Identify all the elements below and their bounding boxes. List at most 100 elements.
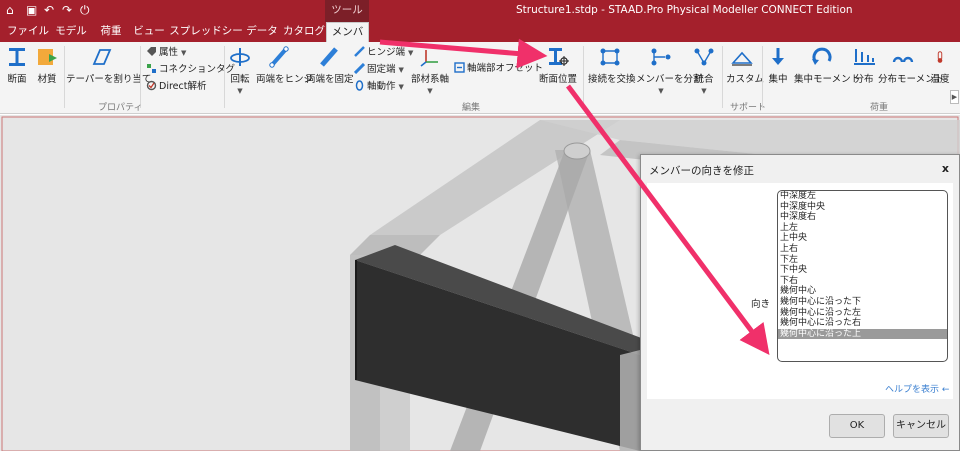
- section-position-icon: [549, 48, 569, 66]
- section-button[interactable]: 断面: [4, 46, 30, 85]
- separator: [140, 46, 141, 108]
- end-hinge-icon: [269, 46, 289, 68]
- connection-tag-button[interactable]: コネクションタグ: [146, 63, 235, 77]
- title-bar: ⌂ ▣ ↶ ↷ ⏻ ツール Structure1.stdp - STAAD.Pr…: [0, 0, 960, 22]
- orientation-option[interactable]: 中深度右: [778, 212, 947, 223]
- split-member-icon: [651, 48, 671, 66]
- taper-icon: [92, 49, 112, 65]
- distributed-moment-button[interactable]: 分布モーメント: [878, 46, 944, 85]
- hinge-end-icon: [354, 46, 365, 57]
- context-tab-tool: ツール: [325, 0, 369, 22]
- ribbon-scroll-button[interactable]: ▶: [950, 90, 959, 104]
- save-icon[interactable]: ▣: [26, 3, 37, 17]
- rotate-icon: [230, 48, 250, 66]
- fixed-end-button[interactable]: 固定端 ▼: [354, 63, 404, 77]
- merge-icon: [694, 48, 714, 66]
- orientation-option[interactable]: 下中央: [778, 265, 947, 276]
- concentrated-moment-icon: [812, 47, 832, 65]
- fixed-end-icon: [354, 63, 365, 74]
- dialog-title-bar: メンバーの向きを修正 x: [641, 155, 959, 183]
- orientation-option[interactable]: 上中央: [778, 233, 947, 244]
- swap-connection-button[interactable]: 接続を交換: [588, 46, 636, 85]
- material-button[interactable]: 材質: [34, 46, 60, 85]
- orientation-option[interactable]: 下左: [778, 255, 947, 266]
- orientation-option[interactable]: 幾何中心に沿った右: [778, 318, 947, 329]
- tab-view[interactable]: ビュー: [132, 22, 166, 42]
- dialog-title: メンバーの向きを修正: [649, 165, 754, 177]
- help-link[interactable]: ヘルプを表示 ←: [885, 382, 949, 395]
- orientation-option[interactable]: 幾何中心に沿った上: [778, 328, 947, 340]
- distributed-moment-icon: [892, 56, 914, 63]
- custom-support-button[interactable]: カスタム: [726, 46, 764, 85]
- orientation-option[interactable]: 上左: [778, 223, 947, 234]
- attribute-icon: [147, 47, 156, 56]
- group-label-edit: 編集: [462, 103, 481, 113]
- tab-spreadsheet[interactable]: スプレッドシート: [168, 22, 244, 56]
- dialog-panel: 向き 中深度左 中深度中央 中深度右 上左 上中央 上右 下左 下中央 下右 幾何中心 幾何中心に沿…: [647, 183, 953, 399]
- direct-analysis-button[interactable]: Direct解析: [146, 80, 206, 94]
- orientation-option[interactable]: 上右: [778, 244, 947, 255]
- concentrated-load-icon: [772, 48, 784, 65]
- merge-button[interactable]: 統合 ▼: [690, 46, 718, 96]
- separator: [64, 46, 65, 108]
- redo-icon[interactable]: ↷: [62, 3, 72, 17]
- separator: [722, 46, 723, 108]
- axial-action-button[interactable]: 軸動作 ▼: [354, 80, 404, 94]
- modify-member-orientation-dialog: メンバーの向きを修正 x 向き 中深度左 中深度中央 中深度右 上左 上中央 上右 下左 下中…: [640, 154, 960, 451]
- member-axis-icon: [420, 50, 438, 67]
- orientation-option[interactable]: 下右: [778, 276, 947, 287]
- orientation-option[interactable]: 中深度中央: [778, 202, 947, 213]
- window-title: Structure1.stdp - STAAD.Pro Physical Mod…: [516, 4, 853, 16]
- taper-button[interactable]: テーパーを割り当て: [66, 46, 151, 85]
- orientation-option[interactable]: 中深度左: [778, 191, 947, 202]
- swap-connection-icon: [600, 48, 620, 66]
- separator: [583, 46, 584, 108]
- app-logo-icon[interactable]: ⌂: [6, 3, 14, 17]
- end-offset-icon: [454, 62, 465, 73]
- cancel-button[interactable]: キャンセル: [893, 414, 949, 438]
- temperature-icon: [937, 51, 943, 63]
- undo-icon[interactable]: ↶: [44, 3, 54, 17]
- split-member-button[interactable]: メンバーを分割 ▼: [636, 46, 703, 96]
- distributed-load-icon: [854, 49, 875, 65]
- concentrated-moment-button[interactable]: 集中モーメント: [794, 46, 860, 85]
- tab-catalog[interactable]: カタログ: [282, 22, 326, 42]
- close-button[interactable]: x: [942, 162, 949, 175]
- hinge-end-button[interactable]: ヒンジ端 ▼: [354, 46, 413, 60]
- end-hinge-button[interactable]: 両端をヒンジ: [256, 46, 313, 85]
- end-fixed-button[interactable]: 両端を固定: [306, 46, 354, 85]
- ribbon: 断面 材質 テーパーを割り当て 属性 ▼ コネクションタグ Direct解析 プ…: [0, 42, 960, 114]
- orientation-option[interactable]: 幾何中心: [778, 286, 947, 297]
- end-offset-button[interactable]: 軸端部オフセット: [454, 62, 543, 76]
- tab-file[interactable]: ファイル: [6, 22, 50, 42]
- orientation-listbox[interactable]: 中深度左 中深度中央 中深度右 上左 上中央 上右 下左 下中央 下右 幾何中心 幾何中心に沿った下…: [777, 190, 948, 362]
- orientation-label: 向き: [751, 299, 771, 310]
- connection-tag-icon: [147, 64, 156, 73]
- concentrated-load-button[interactable]: 集中: [766, 46, 790, 85]
- axial-action-icon: [355, 80, 364, 91]
- group-label-load: 荷重: [870, 103, 889, 113]
- end-fixed-icon: [320, 47, 338, 67]
- tab-member[interactable]: メンバー: [326, 22, 369, 57]
- distributed-load-button[interactable]: 分布: [852, 46, 876, 85]
- group-label-support: サポート: [730, 103, 767, 113]
- material-icon: [38, 49, 57, 65]
- orientation-option[interactable]: 幾何中心に沿った下: [778, 297, 947, 308]
- temperature-button[interactable]: 温度: [930, 46, 950, 85]
- separator: [224, 46, 225, 108]
- custom-support-icon: [731, 51, 753, 66]
- tab-load[interactable]: 荷重: [94, 22, 128, 42]
- tab-data[interactable]: データ: [244, 22, 280, 42]
- member-axis-button[interactable]: 部材系軸 ▼: [410, 46, 450, 96]
- direct-analysis-icon: [146, 80, 157, 91]
- menu-tabs: ファイル モデル 荷重 ビュー スプレッドシート データ カタログ メンバー: [0, 22, 960, 57]
- separator: [762, 46, 763, 108]
- orientation-option[interactable]: 幾何中心に沿った左: [778, 308, 947, 319]
- section-icon: [9, 48, 25, 66]
- section-position-button[interactable]: 断面位置: [538, 46, 578, 85]
- tab-model[interactable]: モデル: [52, 22, 90, 42]
- power-icon[interactable]: ⏻: [80, 3, 90, 18]
- rotate-button[interactable]: 回転 ▼: [228, 46, 252, 96]
- ok-button[interactable]: OK: [829, 414, 885, 438]
- attribute-button[interactable]: 属性 ▼: [146, 46, 186, 60]
